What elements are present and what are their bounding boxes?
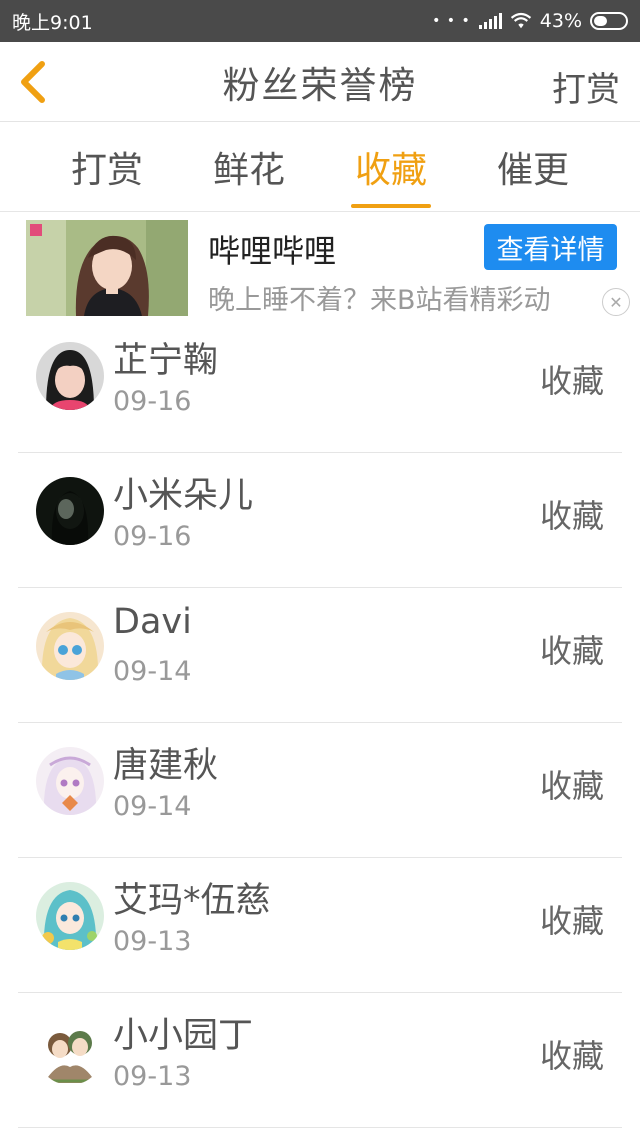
- status-time: 晚上9:01: [12, 11, 93, 34]
- page-title: 粉丝荣誉榜: [222, 63, 418, 107]
- wifi-icon: [510, 12, 531, 29]
- fan-action: 收藏: [539, 1037, 604, 1075]
- fan-action: 收藏: [539, 632, 604, 670]
- fan-name: 芷宁鞠: [113, 341, 219, 381]
- back-button[interactable]: [16, 60, 50, 104]
- ad-description: 晚上睡不着？来B站看精彩动: [208, 285, 551, 316]
- reward-button[interactable]: 打赏: [552, 62, 620, 111]
- fan-name: Davi: [113, 602, 192, 642]
- status-bar: 晚上9:01 • • • 43%: [0, 0, 640, 42]
- list-item[interactable]: 小米朵儿 09-16 收藏: [18, 453, 622, 588]
- ad-banner[interactable]: 哔哩哔哩 晚上睡不着？来B站看精彩动 查看详情 ✕: [0, 212, 640, 318]
- fan-date: 09-14: [113, 656, 192, 687]
- tab-label: 收藏: [354, 150, 427, 191]
- avatar[interactable]: [36, 342, 104, 410]
- status-indicators: • • • 43%: [432, 10, 628, 32]
- fan-date: 09-14: [113, 791, 192, 822]
- tab-favorites[interactable]: 收藏: [320, 122, 462, 212]
- chevron-left-icon: [21, 61, 45, 103]
- list-item[interactable]: 唐建秋 09-14 收藏: [18, 723, 622, 858]
- fan-date: 09-13: [113, 926, 192, 957]
- avatar[interactable]: [36, 612, 104, 680]
- fan-name: 小小园丁: [113, 1016, 254, 1056]
- fan-list: 芷宁鞠 09-16 收藏 小米朵儿 09-16 收藏 Davi 09-14 收藏…: [0, 318, 640, 1128]
- fan-action: 收藏: [539, 767, 604, 805]
- tab-label: 鲜花: [212, 150, 285, 191]
- fan-date: 09-16: [113, 521, 192, 552]
- tab-reward[interactable]: 打赏: [36, 122, 178, 212]
- fan-action: 收藏: [539, 497, 604, 535]
- fan-date: 09-16: [113, 386, 192, 417]
- battery-fill: [594, 16, 607, 26]
- top-bar: 粉丝荣誉榜 打赏: [0, 42, 640, 122]
- tab-bar: 打赏 鲜花 收藏 催更: [0, 122, 640, 212]
- avatar[interactable]: [36, 747, 104, 815]
- list-item[interactable]: Davi 09-14 收藏: [18, 588, 622, 723]
- battery-percent: 43%: [539, 10, 582, 32]
- fan-name: 唐建秋: [113, 746, 219, 786]
- ad-title: 哔哩哔哩: [208, 232, 337, 270]
- tab-label: 催更: [496, 150, 569, 191]
- fan-name: 小米朵儿: [113, 476, 254, 516]
- active-tab-indicator: [351, 204, 431, 208]
- view-details-button[interactable]: 查看详情: [484, 224, 617, 270]
- tab-urge-update[interactable]: 催更: [462, 122, 604, 212]
- ad-image[interactable]: [26, 220, 188, 316]
- list-item[interactable]: 艾玛*伍慈 09-13 收藏: [18, 858, 622, 993]
- close-icon[interactable]: ✕: [602, 288, 630, 316]
- fan-action: 收藏: [539, 362, 604, 400]
- list-item[interactable]: 芷宁鞠 09-16 收藏: [18, 318, 622, 453]
- anime-girl-image: [26, 220, 188, 316]
- fan-name: 艾玛*伍慈: [113, 881, 271, 921]
- fan-date: 09-13: [113, 1061, 192, 1092]
- tab-label: 打赏: [70, 150, 143, 191]
- list-item[interactable]: 小小园丁 09-13 收藏: [18, 993, 622, 1128]
- tab-flowers[interactable]: 鲜花: [178, 122, 320, 212]
- signal-icon: [478, 13, 502, 29]
- battery-icon: [590, 12, 628, 30]
- avatar[interactable]: [36, 477, 104, 545]
- fan-action: 收藏: [539, 902, 604, 940]
- avatar[interactable]: [36, 1017, 104, 1085]
- more-dots-icon: • • •: [432, 13, 471, 29]
- avatar[interactable]: [36, 882, 104, 950]
